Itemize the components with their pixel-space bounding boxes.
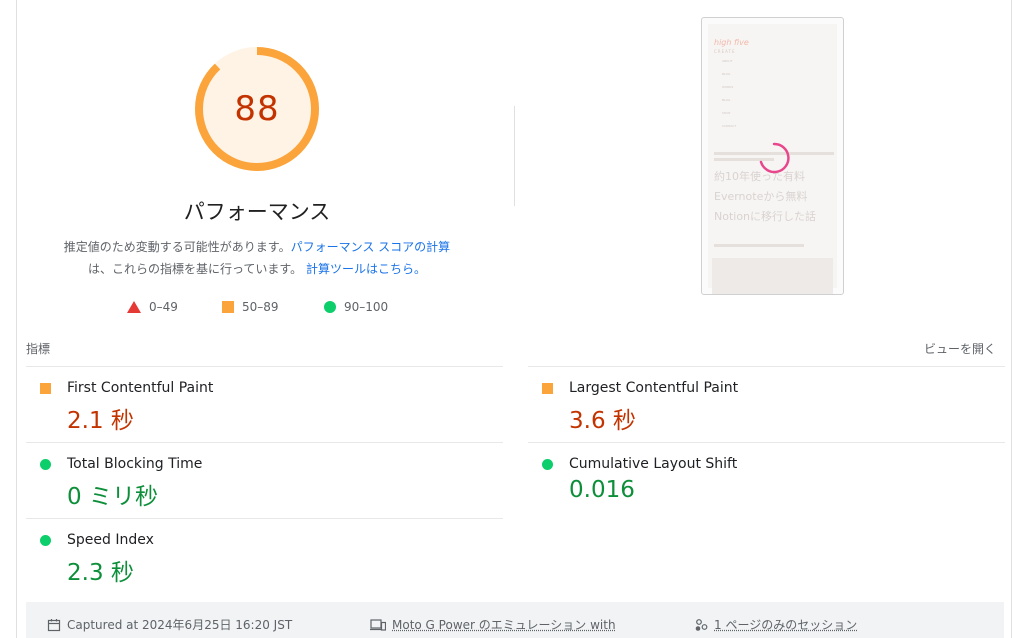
thumbnail-headline-3: Notionに移行した話	[714, 210, 817, 223]
square-icon	[222, 301, 234, 313]
legend-fail-label: 0–49	[149, 300, 178, 314]
metric-value: 0.016	[569, 477, 635, 503]
legend-pass-label: 90–100	[344, 300, 389, 314]
score-legend: 0–49 50–89 90–100	[0, 300, 520, 316]
circle-icon	[40, 535, 51, 546]
session-icon	[695, 618, 708, 631]
performance-score-gauge[interactable]: 88	[192, 44, 322, 174]
emulated-device-text: Moto G Power のエミュレーション with	[392, 618, 616, 632]
expand-view-toggle[interactable]: ビューを開く	[924, 340, 996, 357]
thumbnail-logo: high five	[714, 38, 749, 47]
legend-average-label: 50–89	[242, 300, 279, 314]
metric-value: 0 ミリ秒	[67, 484, 158, 510]
thumbnail-image	[712, 258, 833, 294]
metrics-heading: 指標	[26, 342, 51, 356]
metric-speed-index: Speed Index 2.3 秒	[26, 518, 503, 594]
thumbnail-meta-line	[714, 244, 804, 247]
thumbnail-nav-item: BLOG	[722, 98, 731, 102]
metric-value: 3.6 秒	[569, 408, 636, 434]
legend-fail: 0–49	[127, 300, 178, 314]
legend-pass: 90–100	[324, 300, 388, 314]
metric-value: 2.1 秒	[67, 408, 134, 434]
runtime-settings-footer: Captured at 2024年6月25日 16:20 JST Moto G …	[26, 602, 1004, 638]
vertical-divider	[514, 106, 515, 206]
thumbnail-nav-item: SHOP	[722, 111, 731, 115]
metric-title: Total Blocking Time	[67, 456, 203, 472]
metric-tbt: Total Blocking Time 0 ミリ秒	[26, 442, 503, 518]
triangle-icon	[127, 301, 141, 313]
metric-fcp: First Contentful Paint 2.1 秒	[26, 366, 503, 442]
metric-title: Cumulative Layout Shift	[569, 456, 738, 472]
thumbnail-nav-item: WORKS	[722, 85, 734, 89]
category-description: 推定値のため変動する可能性があります。パフォーマンス スコアの計算 は、これらの…	[40, 236, 474, 280]
square-icon	[40, 383, 51, 394]
captured-at: Captured at 2024年6月25日 16:20 JST	[47, 616, 292, 633]
metric-title: Speed Index	[67, 532, 154, 548]
description-text-2: は、これらの指標を基に行っています。	[87, 262, 303, 276]
metric-title: Largest Contentful Paint	[569, 380, 739, 396]
devices-icon	[370, 618, 386, 631]
emulated-device[interactable]: Moto G Power のエミュレーション with	[370, 616, 616, 633]
calculator-link[interactable]: 計算ツールはこちら。	[306, 262, 426, 276]
metric-title: First Contentful Paint	[67, 380, 214, 396]
metric-lcp: Largest Contentful Paint 3.6 秒	[528, 366, 1005, 442]
metric-value: 2.3 秒	[67, 560, 134, 586]
circle-icon	[40, 459, 51, 470]
circle-icon	[324, 301, 336, 313]
category-title: パフォーマンス	[183, 200, 331, 224]
score-value: 88	[234, 89, 280, 129]
thumbnail-headline-2: Evernoteから無料	[714, 190, 808, 203]
session-type-text: 1 ページのみのセッション	[714, 618, 858, 632]
calendar-icon	[47, 618, 61, 631]
score-calc-link[interactable]: パフォーマンス スコアの計算	[291, 240, 451, 254]
description-text: 推定値のため変動する可能性があります。	[63, 240, 291, 254]
session-type[interactable]: 1 ページのみのセッション	[694, 616, 857, 633]
thumbnail-nav-item: BLOG	[722, 72, 731, 76]
thumbnail-nav-item: CONTACT	[722, 124, 737, 128]
captured-at-text: Captured at 2024年6月25日 16:20 JST	[67, 618, 293, 632]
circle-icon	[542, 459, 553, 470]
thumbnail-logo-sub: CREATE	[714, 49, 736, 54]
metric-cls: Cumulative Layout Shift 0.016	[528, 442, 1005, 518]
square-icon	[542, 383, 553, 394]
loading-spinner-icon	[759, 142, 790, 174]
legend-average: 50–89	[222, 300, 279, 314]
thumbnail-nav-item: ABOUT	[722, 59, 733, 63]
